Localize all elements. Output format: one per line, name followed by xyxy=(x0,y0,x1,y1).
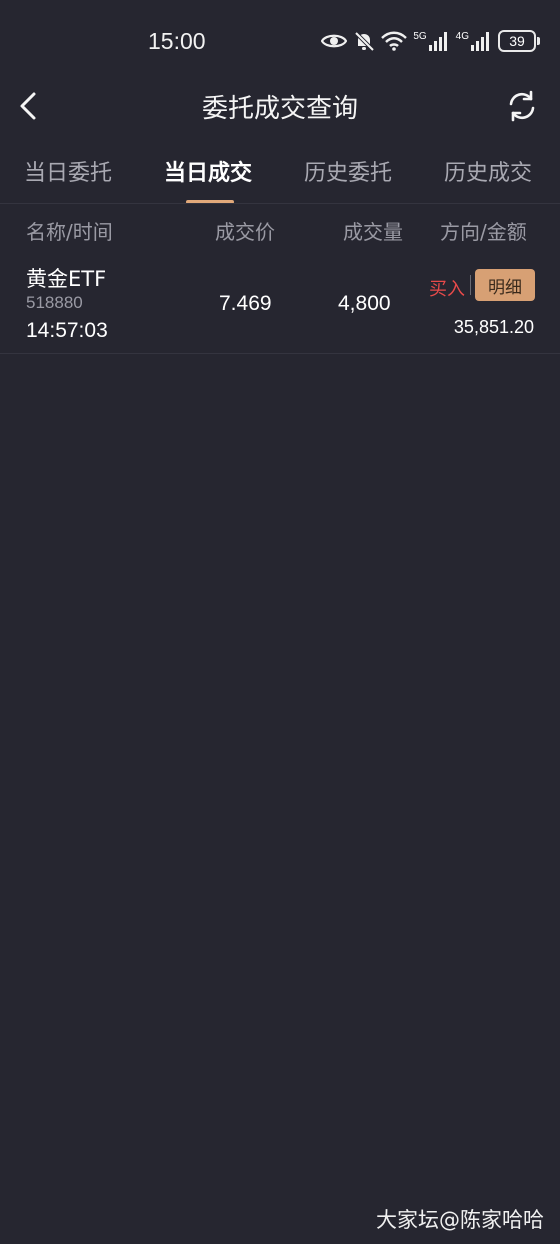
signal-5g-icon: 5G xyxy=(413,31,449,51)
network-4g-label: 4G xyxy=(455,31,469,42)
status-time: 15:00 xyxy=(148,28,206,54)
page: 15:00 5G 4G 39 委托成交查询 当日委托 当日成交 历史委托 历史成… xyxy=(0,0,560,1244)
signal-4g-icon: 4G xyxy=(456,31,492,51)
direction-separator xyxy=(470,275,471,295)
refresh-button[interactable] xyxy=(504,88,540,124)
page-title: 委托成交查询 xyxy=(201,94,358,124)
trade-direction: 买入 xyxy=(429,279,465,300)
tab-today-trades[interactable]: 当日成交 xyxy=(164,155,252,187)
eye-icon xyxy=(321,32,348,50)
table-row[interactable]: 黄金ETF 518880 14:57:03 7.469 4,800 买入 明细 … xyxy=(0,255,560,355)
bell-muted-icon xyxy=(353,30,375,52)
trade-time: 14:57:03 xyxy=(26,319,108,342)
stock-code: 518880 xyxy=(26,293,83,312)
tab-history-orders[interactable]: 历史委托 xyxy=(304,155,392,187)
battery-level: 39 xyxy=(498,30,536,52)
trade-amount: 35,851.20 xyxy=(453,317,534,337)
detail-button[interactable]: 明细 xyxy=(475,269,535,301)
network-5g-label: 5G xyxy=(413,31,427,42)
stock-name: 黄金ETF xyxy=(26,267,107,291)
tabs-divider xyxy=(0,203,560,204)
tab-today-orders[interactable]: 当日委托 xyxy=(24,155,112,187)
column-header-name-time: 名称/时间 xyxy=(26,220,113,244)
battery-icon: 39 xyxy=(498,30,540,52)
tab-history-trades[interactable]: 历史成交 xyxy=(444,155,532,187)
wifi-icon xyxy=(381,31,408,51)
row-divider xyxy=(0,353,560,354)
refresh-icon xyxy=(509,90,535,122)
trade-quantity: 4,800 xyxy=(338,292,391,315)
battery-tip xyxy=(537,37,540,45)
tab-bar: 当日委托 当日成交 历史委托 历史成交 xyxy=(0,145,560,204)
column-header-price: 成交价 xyxy=(215,220,275,244)
watermark: 大家坛@陈家哈哈 xyxy=(376,1208,544,1232)
trade-price: 7.469 xyxy=(219,292,272,315)
status-bar: 15:00 5G 4G 39 xyxy=(0,0,560,80)
column-header-direction-amount: 方向/金额 xyxy=(440,220,527,244)
nav-header: 委托成交查询 xyxy=(0,80,560,132)
status-icons: 5G 4G 39 xyxy=(321,28,540,54)
column-header-quantity: 成交量 xyxy=(343,220,403,244)
